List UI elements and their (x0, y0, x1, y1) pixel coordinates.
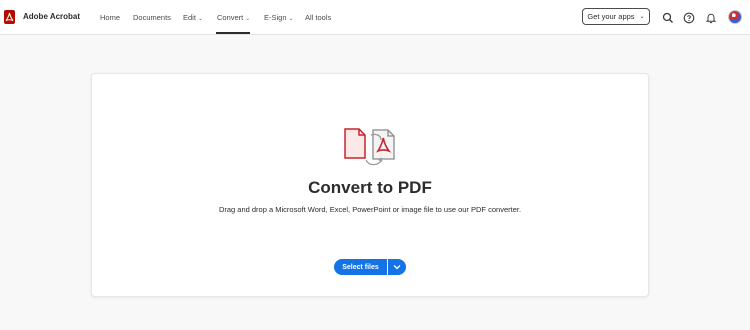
select-files-button[interactable]: Select files (334, 259, 387, 275)
brand-name[interactable]: Adobe Acrobat (23, 12, 80, 21)
nav-esign[interactable]: E-Sign ⌄ (264, 13, 294, 22)
select-files-menu-button[interactable] (388, 259, 406, 275)
convert-drop-zone[interactable]: Convert to PDF Drag and drop a Microsoft… (91, 73, 649, 297)
nav-edit[interactable]: Edit ⌄ (183, 13, 203, 22)
nav-home-label: Home (100, 13, 121, 22)
get-your-apps-label: Get your apps (587, 12, 635, 21)
help-icon[interactable] (683, 11, 695, 24)
avatar[interactable] (728, 10, 742, 24)
top-nav-bar: Adobe Acrobat Home Documents Edit ⌄ Conve… (0, 0, 750, 35)
nav-documents[interactable]: Documents (133, 13, 171, 22)
nav-all-tools-label: All tools (305, 13, 332, 22)
nav-convert[interactable]: Convert ⌄ (217, 13, 250, 22)
page-title: Convert to PDF (308, 178, 432, 197)
convert-to-pdf-icon (343, 126, 399, 175)
search-icon[interactable] (662, 11, 674, 23)
nav-documents-label: Documents (133, 13, 171, 22)
get-your-apps-button[interactable]: Get your apps ⌄ (582, 8, 650, 25)
nav-all-tools[interactable]: All tools (305, 13, 331, 22)
nav-edit-label: Edit (183, 13, 196, 22)
nav-home[interactable]: Home (100, 13, 120, 22)
active-tab-indicator (216, 32, 250, 34)
bell-icon[interactable] (705, 11, 717, 24)
chevron-down-icon: ⌄ (288, 16, 294, 22)
adobe-acrobat-logo-icon[interactable] (4, 10, 15, 24)
chevron-down-icon: ⌄ (245, 16, 251, 22)
select-files-label: Select files (342, 263, 379, 271)
nav-convert-label: Convert (217, 13, 244, 22)
chevron-down-icon: ⌄ (197, 16, 203, 22)
chevron-down-icon: ⌄ (639, 14, 645, 20)
nav-esign-label: E-Sign (264, 13, 287, 22)
chevron-down-icon (393, 265, 401, 270)
drop-zone-description: Drag and drop a Microsoft Word, Excel, P… (218, 205, 522, 214)
